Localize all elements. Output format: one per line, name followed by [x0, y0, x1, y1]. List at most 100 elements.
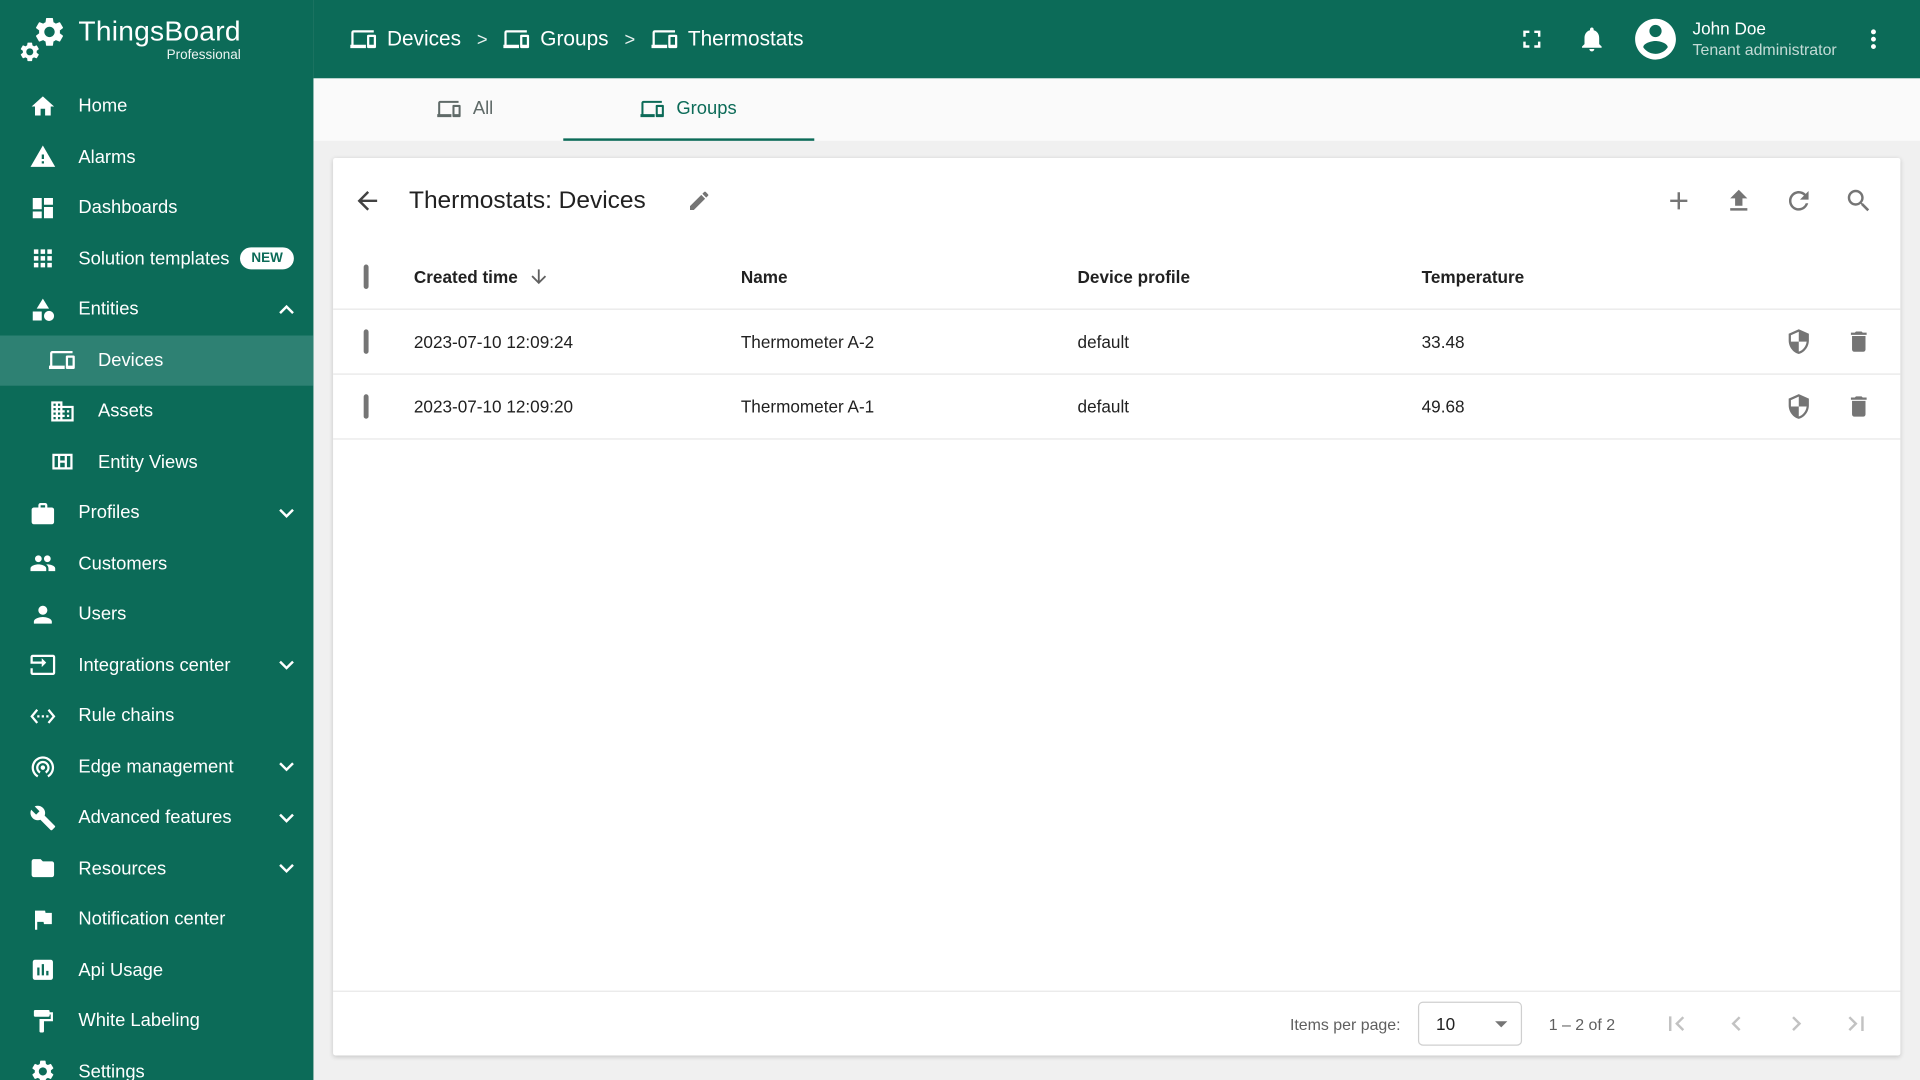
refresh-button[interactable] — [1774, 176, 1823, 225]
column-header-device-profile[interactable]: Device profile — [1078, 266, 1422, 286]
sidebar-nav: Home Alarms Dashboards Solution template… — [0, 78, 314, 1080]
view-quilt-icon — [49, 448, 76, 475]
back-button[interactable] — [343, 176, 392, 225]
last-page-button[interactable] — [1832, 999, 1881, 1048]
shield-icon — [1788, 394, 1809, 419]
devices-table-card: Thermostats: Devices Created time Name D… — [333, 157, 1901, 1056]
sidebar-item-label: Profiles — [78, 502, 140, 524]
fullscreen-button[interactable] — [1508, 15, 1557, 64]
sidebar-item-resources[interactable]: Resources — [0, 843, 313, 894]
sidebar-item-users[interactable]: Users — [0, 589, 313, 640]
last-page-icon — [1848, 1016, 1864, 1032]
user-name: John Doe — [1692, 18, 1766, 39]
sidebar-item-entities[interactable]: Entities — [0, 284, 313, 335]
row-checkbox[interactable] — [363, 329, 369, 354]
sidebar-item-white-labeling[interactable]: White Labeling — [0, 996, 313, 1047]
more-menu-button[interactable] — [1849, 15, 1898, 64]
column-label: Created time — [413, 266, 518, 286]
delete-button[interactable] — [1834, 317, 1883, 366]
paginator: Items per page: 10 1 – 2 of 2 — [333, 990, 1901, 1056]
prev-page-icon — [1731, 1016, 1741, 1032]
items-per-page-select[interactable]: 10 — [1417, 1001, 1522, 1046]
first-page-button[interactable] — [1652, 999, 1701, 1048]
sidebar-item-api-usage[interactable]: Api Usage — [0, 945, 313, 996]
breadcrumb: Devices > Groups > Thermostats — [350, 26, 804, 53]
sidebar-item-dashboards[interactable]: Dashboards — [0, 182, 313, 233]
delete-icon — [1850, 396, 1867, 417]
row-checkbox[interactable] — [363, 394, 369, 419]
shield-icon — [1788, 329, 1809, 354]
sidebar-item-entity-views[interactable]: Entity Views — [0, 437, 313, 488]
flag-icon — [29, 906, 56, 933]
sidebar-item-label: Users — [78, 603, 127, 625]
page-range-label: 1 – 2 of 2 — [1548, 1014, 1616, 1033]
devices-icon — [640, 100, 665, 117]
search-button[interactable] — [1834, 176, 1883, 225]
sidebar-item-rule-chains[interactable]: Rule chains — [0, 691, 313, 742]
previous-page-button[interactable] — [1712, 999, 1761, 1048]
sidebar-item-home[interactable]: Home — [0, 81, 313, 132]
sidebar-item-label: Edge management — [78, 756, 234, 778]
cell-device-profile: default — [1077, 396, 1130, 417]
sidebar-item-edge-management[interactable]: Edge management — [0, 741, 313, 792]
edit-title-button[interactable] — [675, 176, 724, 225]
security-button[interactable] — [1774, 382, 1823, 431]
devices-icon — [503, 30, 530, 49]
app-title: ThingsBoard — [78, 14, 241, 46]
sidebar-item-solution-templates[interactable]: Solution templates NEW — [0, 233, 313, 284]
tab-all[interactable]: All — [367, 78, 563, 140]
breadcrumb-groups[interactable]: Groups — [503, 26, 609, 53]
sidebar-item-label: Api Usage — [78, 959, 164, 981]
main-area: Devices > Groups > Thermostats John Doe … — [313, 0, 1920, 1080]
next-page-button[interactable] — [1772, 999, 1821, 1048]
sidebar-item-customers[interactable]: Customers — [0, 538, 313, 589]
person-icon — [29, 601, 56, 628]
user-menu[interactable]: John Doe Tenant administrator — [1631, 15, 1837, 64]
column-header-created-time[interactable]: Created time — [414, 265, 741, 287]
people-icon — [29, 550, 56, 577]
sidebar-item-notification-center[interactable]: Notification center — [0, 894, 313, 945]
user-role: Tenant administrator — [1692, 40, 1837, 60]
sidebar-item-label: Advanced features — [78, 807, 232, 829]
sidebar-item-label: Notification center — [78, 908, 226, 930]
table-header-row: Created time Name Device profile Tempera… — [333, 244, 1901, 310]
select-all-checkbox[interactable] — [363, 263, 369, 289]
tab-label: Groups — [676, 97, 737, 119]
add-entity-button[interactable] — [1654, 176, 1703, 225]
sidebar-item-label: Entities — [78, 299, 139, 320]
sidebar-item-integrations-center[interactable]: Integrations center — [0, 640, 313, 691]
upload-icon — [1730, 189, 1748, 211]
sidebar-item-advanced-features[interactable]: Advanced features — [0, 792, 313, 843]
table-row[interactable]: 2023-07-10 12:09:24 Thermometer A-2 defa… — [333, 310, 1901, 375]
import-button[interactable] — [1714, 176, 1763, 225]
back-arrow-icon — [357, 191, 378, 211]
sidebar-item-devices[interactable]: Devices — [0, 334, 314, 386]
sidebar-item-assets[interactable]: Assets — [0, 386, 313, 437]
topbar: Devices > Groups > Thermostats John Doe … — [313, 0, 1920, 79]
delete-button[interactable] — [1834, 382, 1883, 431]
breadcrumb-devices[interactable]: Devices — [350, 26, 461, 53]
cell-created-time: 2023-07-10 12:09:20 — [413, 396, 574, 417]
breadcrumb-separator: > — [476, 28, 488, 50]
tab-groups[interactable]: Groups — [563, 78, 815, 141]
chevron-down-icon — [272, 854, 301, 883]
warning-icon — [29, 144, 56, 171]
notifications-button[interactable] — [1568, 15, 1617, 64]
security-button[interactable] — [1774, 317, 1823, 366]
breadcrumb-thermostats[interactable]: Thermostats — [651, 26, 804, 53]
pencil-icon — [690, 191, 709, 211]
next-page-icon — [1792, 1016, 1802, 1032]
sidebar-item-alarms[interactable]: Alarms — [0, 132, 313, 183]
briefcase-icon — [29, 499, 56, 526]
sidebar-item-profiles[interactable]: Profiles — [0, 487, 313, 538]
column-header-name[interactable]: Name — [741, 266, 1078, 286]
column-label: Temperature — [1421, 266, 1525, 286]
dashboard-icon — [29, 194, 56, 221]
sidebar-item-settings[interactable]: Settings — [0, 1046, 313, 1080]
home-icon — [29, 93, 56, 120]
settings-ethernet-icon — [29, 703, 56, 730]
table-row[interactable]: 2023-07-10 12:09:20 Thermometer A-1 defa… — [333, 375, 1901, 440]
column-header-temperature[interactable]: Temperature — [1422, 266, 1722, 286]
sidebar-item-label: Devices — [97, 349, 164, 371]
refresh-icon — [1788, 191, 1809, 211]
